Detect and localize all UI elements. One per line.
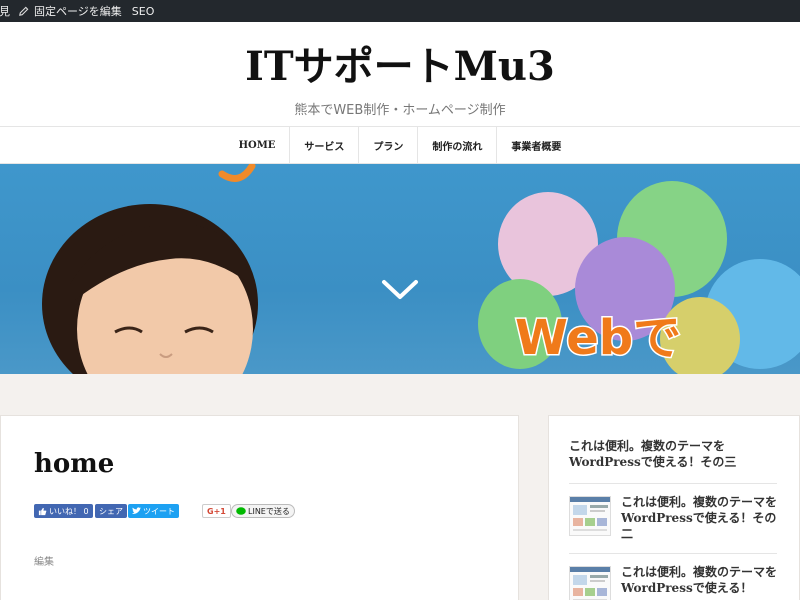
nav-item-about[interactable]: 事業者概要 (497, 127, 575, 164)
like-label: いいね！ 0 (49, 506, 89, 516)
nav-item-home[interactable]: HOME (225, 127, 291, 164)
page-content-card: home いいね！ 0 シェア ツイート G+1 LINEで送る 編集 (0, 415, 519, 600)
sidebar-post-title[interactable]: これは便利。複数のテーマをWordPressで使える！ (621, 564, 781, 596)
admin-seo-label: SEO (131, 4, 155, 18)
admin-edit-page-link[interactable]: 固定ページを編集 (18, 0, 122, 22)
tweet-label: ツイート (143, 506, 175, 516)
edit-link[interactable]: 編集 (34, 553, 54, 568)
sidebar-post-title[interactable]: これは便利。複数のテーマをWordPressで使える！その二 (621, 494, 781, 542)
admin-seo-link[interactable]: SEO (132, 0, 155, 22)
hero-banner: Webで (0, 164, 800, 374)
admin-edit-label: 固定ページを編集 (34, 5, 122, 18)
gplus-label: G+1 (207, 506, 226, 516)
sidebar-post-item[interactable]: これは便利。複数のテーマをWordPressで使える！その二 (569, 483, 777, 553)
google-plus-button[interactable]: G+1 (202, 504, 231, 518)
page-title: home (34, 449, 115, 479)
chevron-down-icon[interactable] (381, 278, 419, 302)
admin-view-label: 表示を見 (0, 5, 10, 18)
post-thumbnail-image (570, 497, 610, 535)
share-label: シェア (99, 506, 123, 516)
line-icon (236, 506, 246, 515)
thumbs-up-icon (38, 507, 47, 515)
twitter-icon (132, 507, 141, 514)
hero-balloon-text: Webで (515, 310, 681, 366)
main-nav: HOME サービス プラン 制作の流れ 事業者概要 (0, 126, 800, 164)
tweet-button[interactable]: ツイート (128, 504, 179, 518)
nav-item-plan[interactable]: プラン (359, 127, 419, 164)
nav-item-flow[interactable]: 制作の流れ (418, 127, 498, 164)
site-title[interactable]: ITサポートMu3 (0, 34, 800, 92)
post-thumbnail[interactable] (569, 496, 611, 536)
line-send-button[interactable]: LINEで送る (231, 504, 295, 518)
line-label: LINEで送る (248, 506, 290, 516)
site-tagline: 熊本でWEB制作・ホームページ制作 (294, 103, 506, 118)
sidebar-post-item[interactable]: これは便利。複数のテーマをWordPressで使える！ (569, 553, 777, 600)
post-thumbnail-image (570, 567, 610, 600)
sidebar-widget: これは便利。複数のテーマをWordPressで使える！その三 これは便利。複数の… (548, 415, 800, 600)
post-thumbnail[interactable] (569, 566, 611, 600)
pencil-icon (19, 6, 29, 16)
facebook-like-button[interactable]: いいね！ 0 (34, 504, 93, 518)
facebook-share-button[interactable]: シェア (95, 504, 127, 518)
hero-image: Webで (42, 164, 800, 374)
site-header: ITサポートMu3 熊本でWEB制作・ホームページ制作 (0, 22, 800, 127)
sidebar-post-link[interactable]: これは便利。複数のテーマをWordPressで使える！その三 (569, 438, 769, 470)
nav-item-service[interactable]: サービス (290, 127, 360, 164)
admin-view-link[interactable]: 表示を見 (0, 0, 10, 22)
admin-bar: 表示を見 固定ページを編集 SEO (0, 0, 800, 22)
